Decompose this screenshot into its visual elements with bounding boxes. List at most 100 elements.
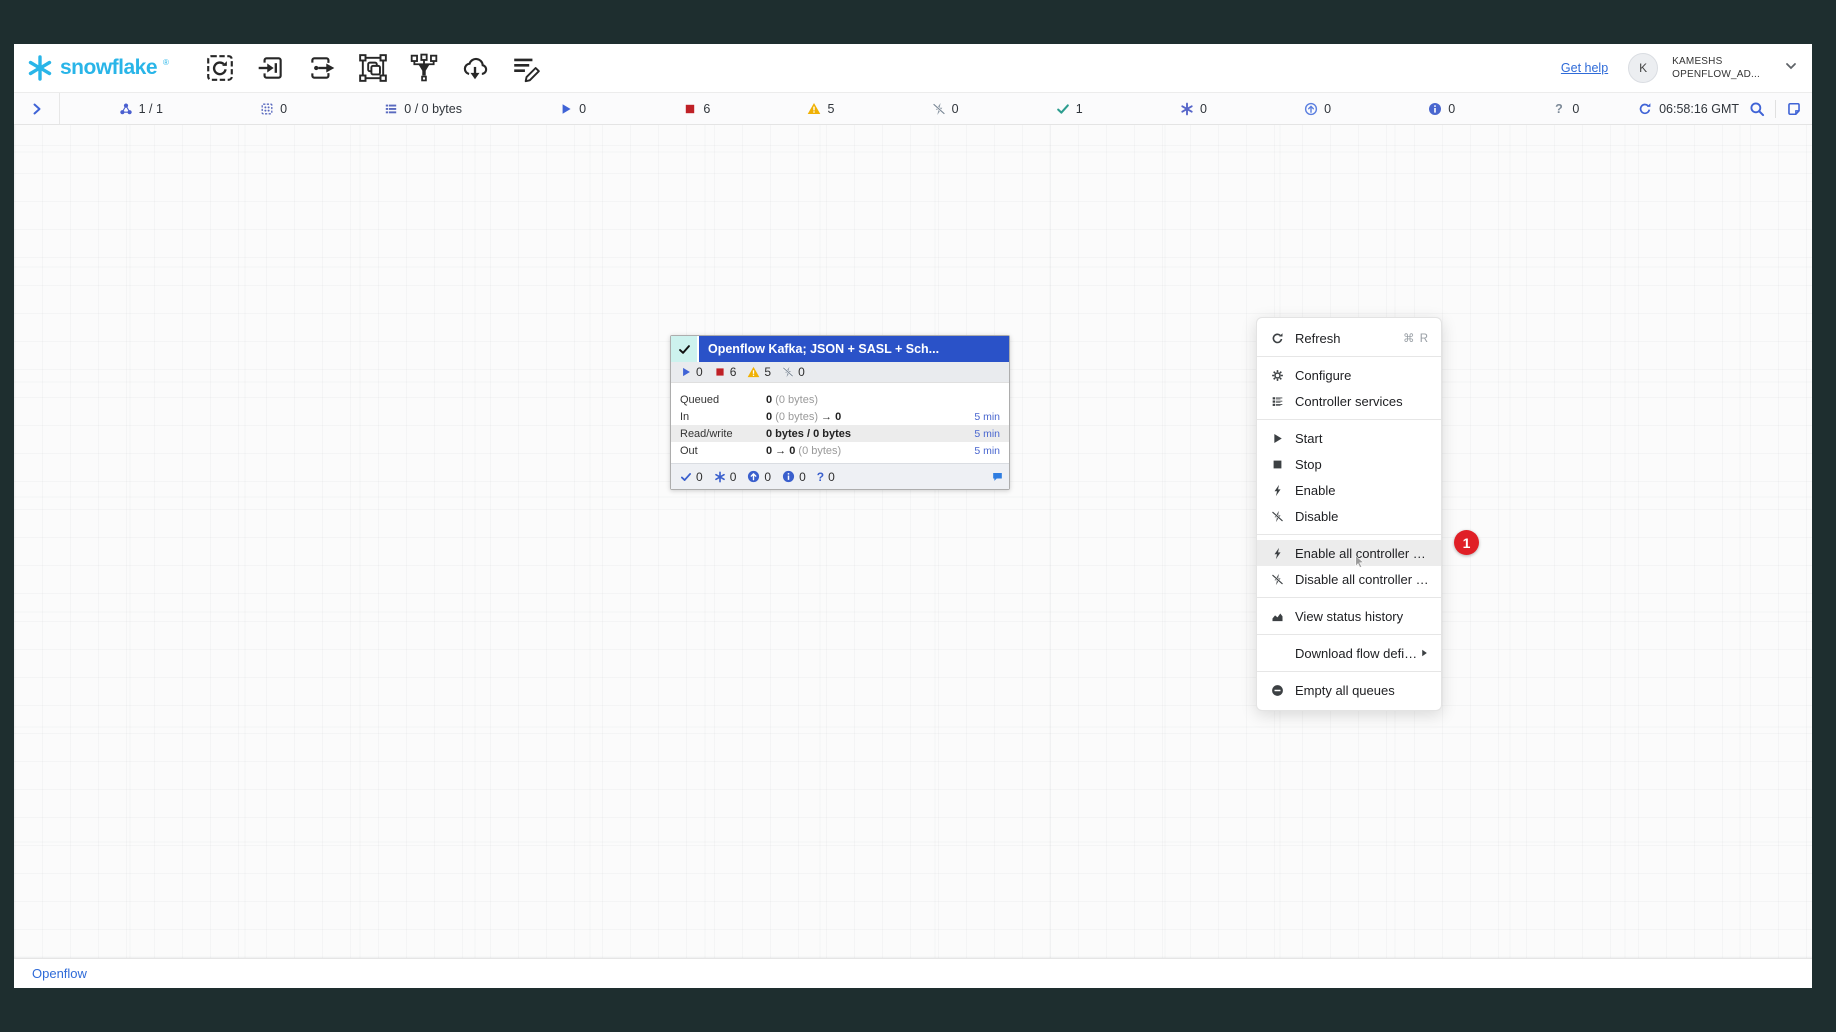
get-help-link[interactable]: Get help: [1561, 61, 1608, 75]
menu-item-enable-all-controller-services[interactable]: Enable all controller services: [1257, 540, 1441, 566]
statusbar-divider: [1775, 100, 1776, 118]
bolt-icon: [1271, 484, 1284, 497]
menu-item-start[interactable]: Start: [1257, 425, 1441, 451]
locally-modified-count: 0: [730, 470, 737, 484]
last-refresh-time[interactable]: 06:58:16 GMT: [1638, 102, 1739, 116]
status-stopped-value: 6: [703, 102, 710, 116]
expand-sidebar-button[interactable]: [14, 93, 60, 124]
refresh-icon: [1638, 102, 1652, 116]
status-up-to-date-value: 1: [1076, 102, 1083, 116]
process-group-component-icon[interactable]: [356, 51, 390, 85]
stat-value: 0 → 0: [766, 445, 795, 457]
breadcrumb-root-link[interactable]: Openflow: [32, 966, 87, 981]
snowflake-logo-text: snowflake: [60, 56, 157, 80]
status-queued-value: 0 / 0 bytes: [404, 102, 462, 116]
warning-icon: [747, 366, 760, 379]
up-to-date-count: 0: [696, 470, 703, 484]
menu-divider: [1257, 634, 1441, 635]
menu-item-label: Configure: [1295, 368, 1429, 383]
process-group-activity-row: 0 6 5 0: [671, 362, 1009, 383]
question-icon: ?: [817, 470, 824, 484]
play-icon: [559, 102, 573, 116]
menu-item-empty-all-queues[interactable]: Empty all queues: [1257, 677, 1441, 703]
comment-bubble-icon[interactable]: [992, 471, 1003, 485]
status-metrics: 1 / 100 / 0 bytes065010000: [60, 102, 1638, 116]
menu-divider: [1257, 597, 1441, 598]
openflow-app-window: snowflake ® Get help K KAMESHS OPENFLOW_…: [14, 44, 1812, 988]
chevron-down-icon[interactable]: [1784, 59, 1798, 78]
stat-label: Read/write: [680, 428, 766, 440]
remote-process-group-component-icon[interactable]: [458, 51, 492, 85]
stop-icon: [683, 102, 697, 116]
menu-item-view-status-history[interactable]: View status history: [1257, 603, 1441, 629]
menu-item-disable-all-controller-services[interactable]: Disable all controller services: [1257, 566, 1441, 592]
menu-item-download-flow-definition[interactable]: Download flow definition: [1257, 640, 1441, 666]
top-toolbar: snowflake ® Get help K KAMESHS OPENFLOW_…: [14, 44, 1812, 92]
bolt-icon: [1271, 547, 1284, 560]
status-active-threads-value: 0: [280, 102, 287, 116]
snowflake-logo: snowflake ®: [26, 54, 169, 82]
status-stopped: 6: [683, 102, 710, 116]
status-disabled-value: 0: [952, 102, 959, 116]
stat-value: 0 bytes / 0 bytes: [766, 428, 851, 440]
stat-row-readwrite: Read/write 0 bytes / 0 bytes 5 min: [671, 425, 1009, 442]
chevron-right-icon: [30, 102, 44, 116]
refresh-icon: [1271, 332, 1284, 345]
flow-status-bar: 1 / 100 / 0 bytes065010000 06:58:16 GMT: [14, 92, 1812, 125]
funnel-component-icon[interactable]: [407, 51, 441, 85]
statusbar-right: 06:58:16 GMT: [1638, 100, 1812, 118]
minus-circle-icon: [1271, 684, 1284, 697]
chart-icon: [1271, 610, 1284, 623]
menu-item-label: Start: [1295, 431, 1429, 446]
search-button[interactable]: [1749, 101, 1765, 117]
menu-item-label: Disable all controller services: [1295, 572, 1429, 587]
stop-icon: [714, 366, 726, 378]
stop-icon: [1271, 458, 1284, 471]
stat-value: 0: [835, 411, 841, 423]
process-group-valid-check-icon: [671, 336, 697, 362]
status-stale-value: 0: [1324, 102, 1331, 116]
stat-value-muted: (0 bytes): [798, 445, 841, 457]
stat-value: 0: [766, 411, 772, 423]
menu-item-stop[interactable]: Stop: [1257, 451, 1441, 477]
menu-divider: [1257, 419, 1441, 420]
gear-icon: [1271, 369, 1284, 382]
bolt-slash-icon: [932, 102, 946, 116]
avatar[interactable]: K: [1628, 53, 1658, 83]
topbar-right: Get help K KAMESHS OPENFLOW_AD...: [1561, 53, 1798, 83]
menu-item-enable[interactable]: Enable: [1257, 477, 1441, 503]
warning-icon: [807, 102, 821, 116]
arrow-up-circle-icon: [747, 470, 760, 483]
flow-canvas[interactable]: Openflow Kafka; JSON + SASL + Sch... 0 6…: [14, 125, 1812, 958]
status-invalid-value: 5: [827, 102, 834, 116]
status-invalid: 5: [807, 102, 834, 116]
menu-item-label: Controller services: [1295, 394, 1429, 409]
menu-divider: [1257, 356, 1441, 357]
menu-item-configure[interactable]: Configure: [1257, 362, 1441, 388]
menu-item-controller-services[interactable]: Controller services: [1257, 388, 1441, 414]
menu-item-label: Stop: [1295, 457, 1429, 472]
status-connected-nodes: 1 / 1: [119, 102, 163, 116]
menu-item-label: Disable: [1295, 509, 1429, 524]
menu-item-refresh[interactable]: Refresh⌘ R: [1257, 325, 1441, 351]
output-port-component-icon[interactable]: [305, 51, 339, 85]
info-circle-icon: [782, 470, 795, 483]
status-running-value: 0: [579, 102, 586, 116]
status-sync-failure: 0: [1552, 102, 1579, 116]
menu-item-disable[interactable]: Disable: [1257, 503, 1441, 529]
arrow-up-o-icon: [1304, 102, 1318, 116]
context-menu: Refresh⌘ R Configure Controller services St…: [1256, 317, 1442, 711]
arrow-right-glyph: →: [821, 411, 832, 423]
flow-summary-button[interactable]: [1786, 101, 1802, 117]
user-account-block[interactable]: KAMESHS OPENFLOW_AD...: [1672, 55, 1760, 82]
cluster-icon: [119, 102, 133, 116]
input-port-component-icon[interactable]: [254, 51, 288, 85]
label-component-icon[interactable]: [509, 51, 543, 85]
search-icon: [1749, 101, 1765, 117]
status-sync-failure-value: 0: [1572, 102, 1579, 116]
check-icon: [1056, 102, 1070, 116]
stat-label: Out: [680, 445, 766, 457]
process-group-openflow-kafka[interactable]: Openflow Kafka; JSON + SASL + Sch... 0 6…: [670, 335, 1010, 490]
snowflake-logo-icon: [26, 54, 54, 82]
processor-component-icon[interactable]: [203, 51, 237, 85]
